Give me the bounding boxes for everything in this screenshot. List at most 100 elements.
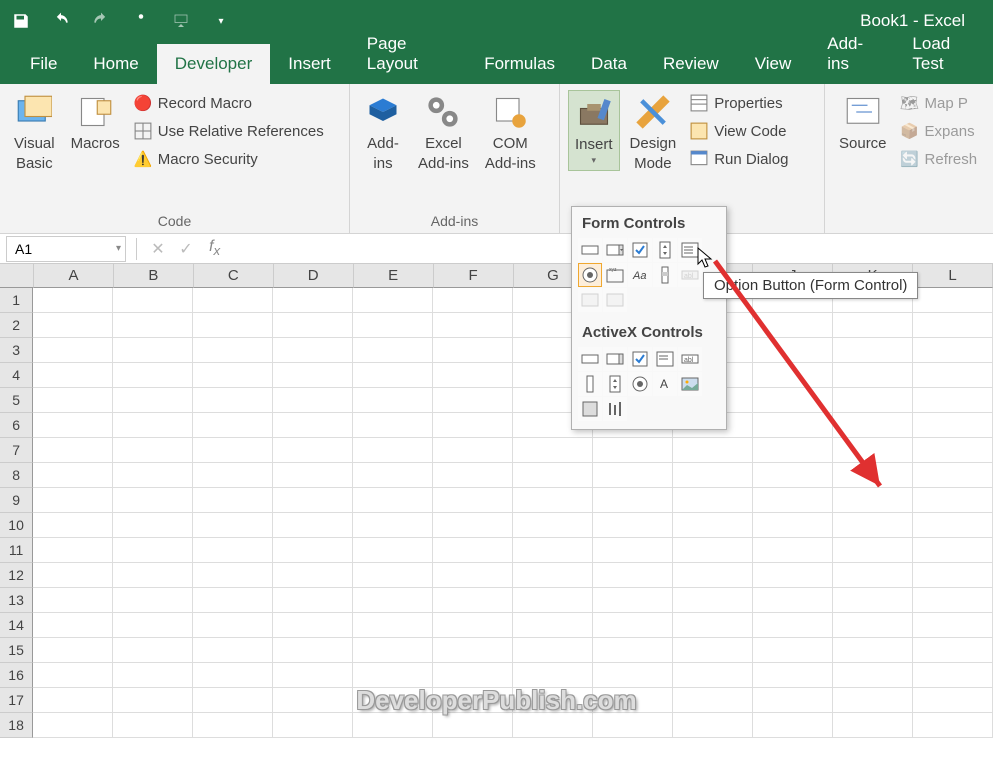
cell[interactable] [273, 463, 353, 488]
cell[interactable] [913, 613, 993, 638]
cancel-formula-icon[interactable]: ✕ [149, 239, 167, 259]
column-header[interactable]: C [194, 264, 274, 288]
cell[interactable] [913, 513, 993, 538]
cell[interactable] [433, 438, 513, 463]
cell[interactable] [433, 463, 513, 488]
cell[interactable] [113, 538, 193, 563]
run-dialog-button[interactable]: Run Dialog [690, 148, 788, 170]
cell[interactable] [913, 313, 993, 338]
cell[interactable] [513, 638, 593, 663]
cell[interactable] [273, 338, 353, 363]
cell[interactable] [833, 563, 913, 588]
cell[interactable] [913, 538, 993, 563]
cell[interactable] [913, 588, 993, 613]
cell[interactable] [433, 388, 513, 413]
cell[interactable] [673, 438, 753, 463]
excel-addins-button[interactable]: Excel Add-ins [412, 90, 475, 177]
cell[interactable] [273, 538, 353, 563]
column-header[interactable]: L [913, 264, 993, 288]
row-header[interactable]: 14 [0, 613, 33, 638]
cell[interactable] [433, 563, 513, 588]
save-icon[interactable] [10, 10, 32, 32]
cell[interactable] [33, 538, 113, 563]
cell[interactable] [593, 713, 673, 738]
form-groupbox-icon[interactable]: xyz [603, 263, 627, 287]
source-button[interactable]: Source [833, 90, 893, 158]
cell[interactable] [753, 538, 833, 563]
cell[interactable] [833, 613, 913, 638]
cell[interactable] [833, 713, 913, 738]
cell[interactable] [913, 463, 993, 488]
cell[interactable] [913, 338, 993, 363]
cell[interactable] [353, 288, 433, 313]
touch-mode-icon[interactable] [130, 10, 152, 32]
select-all-corner[interactable] [0, 264, 34, 288]
cell[interactable] [113, 388, 193, 413]
cell[interactable] [433, 288, 513, 313]
row-header[interactable]: 7 [0, 438, 33, 463]
cell[interactable] [353, 588, 433, 613]
cell[interactable] [433, 338, 513, 363]
cell[interactable] [273, 288, 353, 313]
cell[interactable] [113, 488, 193, 513]
cell[interactable] [113, 313, 193, 338]
cell[interactable] [433, 313, 513, 338]
tab-view[interactable]: View [737, 44, 810, 84]
row-header[interactable]: 5 [0, 388, 33, 413]
cell[interactable] [833, 513, 913, 538]
cell[interactable] [353, 363, 433, 388]
cell[interactable] [113, 588, 193, 613]
cell[interactable] [673, 613, 753, 638]
com-addins-button[interactable]: COM Add-ins [479, 90, 542, 177]
cell[interactable] [513, 488, 593, 513]
cell[interactable] [673, 463, 753, 488]
cell[interactable] [33, 613, 113, 638]
cell[interactable] [353, 538, 433, 563]
cell[interactable] [33, 513, 113, 538]
macros-button[interactable]: Macros [65, 90, 126, 158]
cell[interactable] [113, 563, 193, 588]
cell[interactable] [433, 363, 513, 388]
cell[interactable] [833, 363, 913, 388]
cell[interactable] [913, 388, 993, 413]
cell[interactable] [193, 463, 273, 488]
cell[interactable] [273, 413, 353, 438]
cell[interactable] [193, 588, 273, 613]
cell[interactable] [113, 638, 193, 663]
cell[interactable] [753, 613, 833, 638]
activex-listbox-icon[interactable] [653, 347, 677, 371]
fx-icon[interactable]: fx [203, 238, 226, 258]
cell[interactable] [673, 488, 753, 513]
cell[interactable] [353, 388, 433, 413]
column-header[interactable]: A [34, 264, 114, 288]
activex-label-icon[interactable]: A [653, 372, 677, 396]
activex-scrollbar-icon[interactable] [578, 372, 602, 396]
insert-controls-button[interactable]: Insert ▾ [568, 90, 620, 171]
cell[interactable] [193, 313, 273, 338]
cell[interactable] [593, 588, 673, 613]
cell[interactable] [33, 563, 113, 588]
visual-basic-button[interactable]: Visual Basic [8, 90, 61, 177]
cell[interactable] [273, 438, 353, 463]
cell[interactable] [753, 438, 833, 463]
undo-icon[interactable] [50, 10, 72, 32]
cell[interactable] [433, 588, 513, 613]
cell[interactable] [833, 438, 913, 463]
row-header[interactable]: 15 [0, 638, 33, 663]
tab-page-layout[interactable]: Page Layout [349, 24, 466, 84]
cell[interactable] [593, 463, 673, 488]
cell[interactable] [753, 388, 833, 413]
activex-button-icon[interactable] [578, 347, 602, 371]
cell[interactable] [353, 438, 433, 463]
form-label-icon[interactable]: Aa [628, 263, 652, 287]
macro-security-button[interactable]: ⚠️Macro Security [134, 148, 324, 170]
tab-data[interactable]: Data [573, 44, 645, 84]
column-header[interactable]: B [114, 264, 194, 288]
cell[interactable] [113, 438, 193, 463]
cell[interactable] [193, 413, 273, 438]
cell[interactable] [753, 338, 833, 363]
column-header[interactable]: D [274, 264, 354, 288]
cell[interactable] [833, 588, 913, 613]
tab-insert[interactable]: Insert [270, 44, 349, 84]
cell[interactable] [273, 363, 353, 388]
